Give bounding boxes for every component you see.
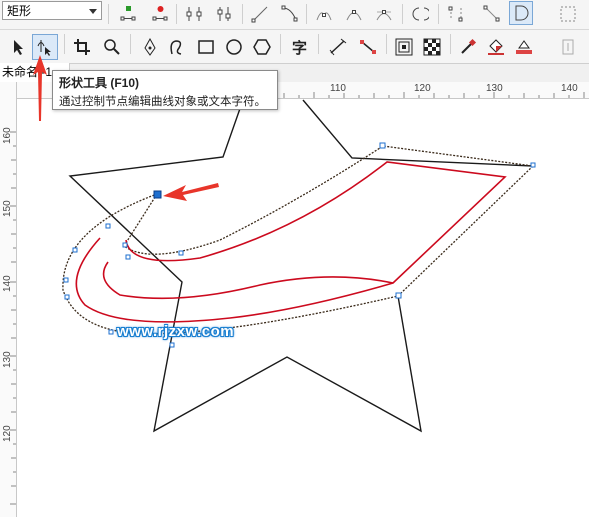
shape-type-value: 矩形 (7, 4, 32, 18)
delete-node-icon[interactable] (148, 2, 172, 26)
tooltip-title: 形状工具 (F10) (59, 76, 140, 90)
drawing-canvas[interactable] (17, 99, 589, 517)
ruler-label: 160 (2, 127, 13, 144)
ruler-label: 130 (486, 83, 503, 94)
vertical-ruler[interactable]: 160 150 140 130 120 (0, 82, 17, 517)
ruler-label: 140 (561, 83, 578, 94)
parallel-dimension-icon[interactable] (326, 35, 350, 59)
freehand-tool-icon[interactable] (164, 35, 188, 59)
pick-tool-icon[interactable] (6, 35, 30, 59)
shape-type-dropdown[interactable]: 矩形 (2, 1, 102, 20)
break-curve-icon[interactable] (212, 2, 236, 26)
lock-tool-icon[interactable] (556, 35, 580, 59)
toolbox: 字 (0, 30, 589, 64)
symmetric-node-icon[interactable] (372, 2, 396, 26)
fill-tool-icon[interactable] (484, 35, 508, 59)
ruler-label: 120 (414, 83, 431, 94)
connector-tool-icon[interactable] (356, 35, 380, 59)
ruler-label: 140 (2, 275, 13, 292)
zoom-tool-icon[interactable] (100, 35, 124, 59)
close-curve-icon[interactable] (509, 1, 533, 25)
to-curve-icon[interactable] (278, 2, 302, 26)
crop-tool-icon[interactable] (70, 35, 94, 59)
pen-tool-icon[interactable] (138, 35, 162, 59)
contour-tool-icon[interactable] (392, 35, 416, 59)
chevron-down-icon (89, 9, 97, 14)
ruler-label: 150 (2, 200, 13, 217)
eyedropper-tool-icon[interactable] (456, 35, 480, 59)
svg-text:字: 字 (292, 39, 307, 56)
extend-curve-icon[interactable] (444, 2, 468, 26)
transparency-tool-icon[interactable] (420, 35, 444, 59)
outline-tool-icon[interactable] (512, 35, 536, 59)
red-contour-curve-inner (102, 261, 394, 300)
select-all-nodes-icon[interactable] (556, 2, 580, 26)
watermark: www.rjzxw.com (117, 323, 235, 340)
add-node-icon[interactable] (116, 2, 140, 26)
reverse-direction-icon[interactable] (408, 2, 432, 26)
ruler-label: 120 (2, 425, 13, 442)
join-nodes-icon[interactable] (182, 2, 206, 26)
tooltip: 形状工具 (F10) 通过控制节点编辑曲线对象或文本字符。 (52, 70, 278, 110)
text-tool-icon[interactable]: 字 (288, 35, 312, 59)
red-arrow-node (163, 183, 219, 201)
to-line-icon[interactable] (248, 2, 272, 26)
selected-curve (62, 145, 535, 335)
smooth-node-icon[interactable] (342, 2, 366, 26)
rectangle-tool-icon[interactable] (194, 35, 218, 59)
property-bar: 矩形 (0, 0, 589, 30)
red-arrow-tool (33, 55, 47, 121)
selected-node (153, 190, 162, 199)
cusp-node-icon[interactable] (312, 2, 336, 26)
ruler-label: 110 (330, 83, 346, 94)
ellipse-tool-icon[interactable] (222, 35, 246, 59)
tooltip-description: 通过控制节点编辑曲线对象或文本字符。 (59, 96, 266, 108)
ruler-label: 130 (2, 351, 13, 368)
extract-subpath-icon[interactable] (480, 2, 504, 26)
star-outline-right (302, 99, 534, 167)
polygon-tool-icon[interactable] (250, 35, 274, 59)
star-outline (68, 99, 422, 433)
